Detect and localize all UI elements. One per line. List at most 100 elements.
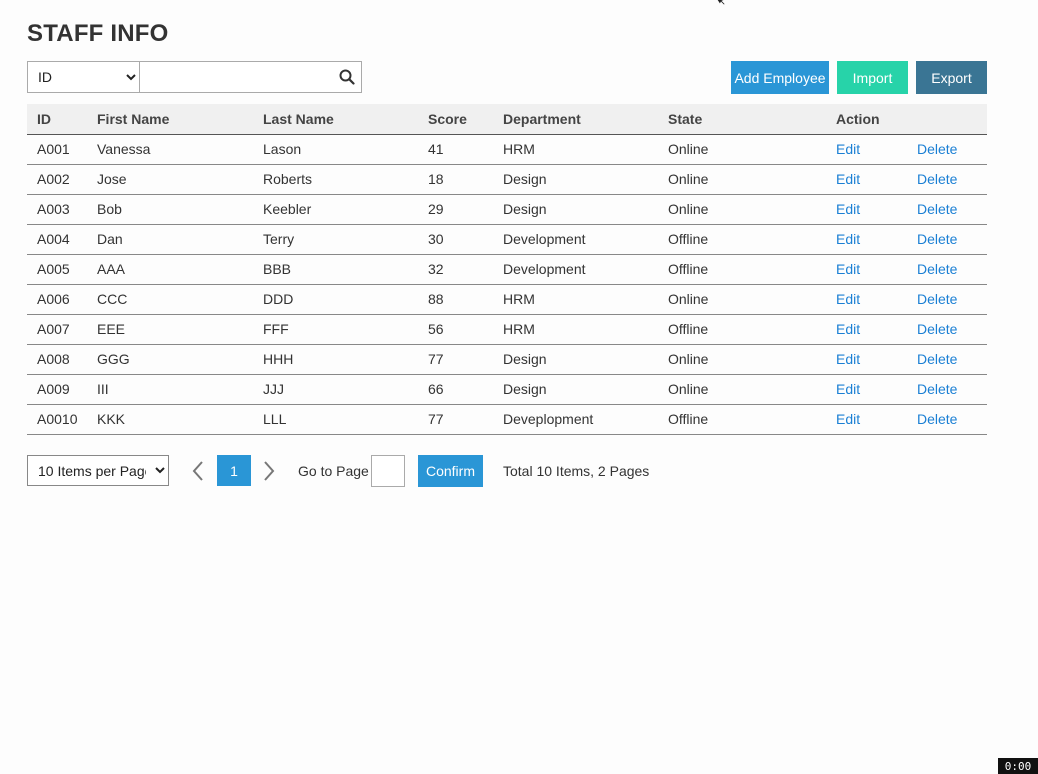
- cell-delete: Delete: [917, 164, 987, 195]
- cell-first-name: III: [97, 374, 263, 405]
- delete-link[interactable]: Delete: [917, 351, 957, 367]
- search-icon[interactable]: [333, 62, 361, 92]
- cell-last-name: DDD: [263, 284, 428, 315]
- table-row: A001 Vanessa Lason 41 HRM Online Edit Delete: [27, 134, 987, 165]
- cell-delete: Delete: [917, 374, 987, 405]
- cell-last-name: JJJ: [263, 374, 428, 405]
- cell-department: Development: [503, 224, 668, 255]
- cell-delete: Delete: [917, 344, 987, 375]
- cell-last-name: BBB: [263, 254, 428, 285]
- delete-link[interactable]: Delete: [917, 411, 957, 427]
- delete-link[interactable]: Delete: [917, 261, 957, 277]
- table-row: A009 III JJJ 66 Design Online Edit Delete: [27, 374, 987, 405]
- cell-id: A003: [27, 194, 97, 225]
- cell-state: Online: [668, 284, 836, 315]
- export-button[interactable]: Export: [916, 61, 987, 94]
- mouse-cursor-icon: [716, 0, 726, 6]
- cell-score: 29: [428, 194, 503, 225]
- edit-link[interactable]: Edit: [836, 261, 860, 277]
- edit-link[interactable]: Edit: [836, 381, 860, 397]
- cell-score: 77: [428, 344, 503, 375]
- go-to-page-input[interactable]: [371, 455, 405, 487]
- cell-score: 41: [428, 134, 503, 165]
- cell-score: 66: [428, 374, 503, 405]
- cell-department: Design: [503, 164, 668, 195]
- cell-last-name: HHH: [263, 344, 428, 375]
- cell-delete: Delete: [917, 284, 987, 315]
- cell-first-name: GGG: [97, 344, 263, 375]
- edit-link[interactable]: Edit: [836, 141, 860, 157]
- cell-state: Offline: [668, 314, 836, 345]
- edit-link[interactable]: Edit: [836, 351, 860, 367]
- delete-link[interactable]: Delete: [917, 381, 957, 397]
- delete-link[interactable]: Delete: [917, 141, 957, 157]
- total-items-text: Total 10 Items, 2 Pages: [503, 463, 650, 479]
- cell-edit: Edit: [836, 284, 917, 315]
- edit-link[interactable]: Edit: [836, 411, 860, 427]
- table-row: A005 AAA BBB 32 Development Offline Edit Delete: [27, 254, 987, 285]
- cell-delete: Delete: [917, 314, 987, 345]
- cell-state: Online: [668, 374, 836, 405]
- cell-edit: Edit: [836, 314, 917, 345]
- delete-link[interactable]: Delete: [917, 321, 957, 337]
- table-row: A007 EEE FFF 56 HRM Offline Edit Delete: [27, 314, 987, 345]
- go-to-page-label: Go to Page: [298, 463, 369, 479]
- table-header: ID First Name Last Name Score Department…: [27, 104, 987, 135]
- cell-department: Deveplopment: [503, 404, 668, 435]
- page-number-current[interactable]: 1: [217, 455, 251, 486]
- edit-link[interactable]: Edit: [836, 201, 860, 217]
- cell-edit: Edit: [836, 164, 917, 195]
- delete-link[interactable]: Delete: [917, 171, 957, 187]
- cell-score: 30: [428, 224, 503, 255]
- edit-link[interactable]: Edit: [836, 321, 860, 337]
- cell-score: 88: [428, 284, 503, 315]
- import-button[interactable]: Import: [837, 61, 908, 94]
- items-per-page-select[interactable]: 10 Items per Page: [27, 455, 169, 486]
- cell-id: A002: [27, 164, 97, 195]
- cell-first-name: Dan: [97, 224, 263, 255]
- cell-first-name: Bob: [97, 194, 263, 225]
- cell-edit: Edit: [836, 254, 917, 285]
- chevron-left-icon[interactable]: [190, 460, 206, 482]
- cell-id: A007: [27, 314, 97, 345]
- add-employee-button[interactable]: Add Employee: [731, 61, 829, 94]
- cell-department: Development: [503, 254, 668, 285]
- cell-department: HRM: [503, 284, 668, 315]
- cell-id: A001: [27, 134, 97, 165]
- search-input[interactable]: [140, 62, 334, 92]
- header-state[interactable]: State: [668, 104, 836, 135]
- edit-link[interactable]: Edit: [836, 291, 860, 307]
- staff-info-page: STAFF INFO ID Add Employee Import Export…: [0, 0, 1038, 774]
- header-first-name[interactable]: First Name: [97, 104, 263, 135]
- confirm-button[interactable]: Confirm: [418, 455, 483, 487]
- delete-link[interactable]: Delete: [917, 291, 957, 307]
- cell-state: Online: [668, 164, 836, 195]
- edit-link[interactable]: Edit: [836, 171, 860, 187]
- header-score[interactable]: Score: [428, 104, 503, 135]
- cell-score: 77: [428, 404, 503, 435]
- table-header-row: ID First Name Last Name Score Department…: [27, 104, 987, 135]
- header-last-name[interactable]: Last Name: [263, 104, 428, 135]
- edit-link[interactable]: Edit: [836, 231, 860, 247]
- header-department[interactable]: Department: [503, 104, 668, 135]
- search-field-select[interactable]: ID: [28, 62, 141, 92]
- pagination: 10 Items per Page 1 Go to Page Confirm T…: [27, 455, 727, 487]
- cell-department: HRM: [503, 314, 668, 345]
- cell-state: Online: [668, 194, 836, 225]
- cell-state: Online: [668, 344, 836, 375]
- chevron-right-icon[interactable]: [261, 460, 277, 482]
- cell-id: A0010: [27, 404, 97, 435]
- cell-edit: Edit: [836, 374, 917, 405]
- cell-edit: Edit: [836, 344, 917, 375]
- cell-score: 18: [428, 164, 503, 195]
- table-row: A003 Bob Keebler 29 Design Online Edit Delete: [27, 194, 987, 225]
- header-id[interactable]: ID: [27, 104, 97, 135]
- cell-last-name: Terry: [263, 224, 428, 255]
- cell-id: A006: [27, 284, 97, 315]
- cell-id: A008: [27, 344, 97, 375]
- cell-edit: Edit: [836, 134, 917, 165]
- cell-id: A005: [27, 254, 97, 285]
- delete-link[interactable]: Delete: [917, 231, 957, 247]
- delete-link[interactable]: Delete: [917, 201, 957, 217]
- search-bar: ID: [27, 61, 362, 93]
